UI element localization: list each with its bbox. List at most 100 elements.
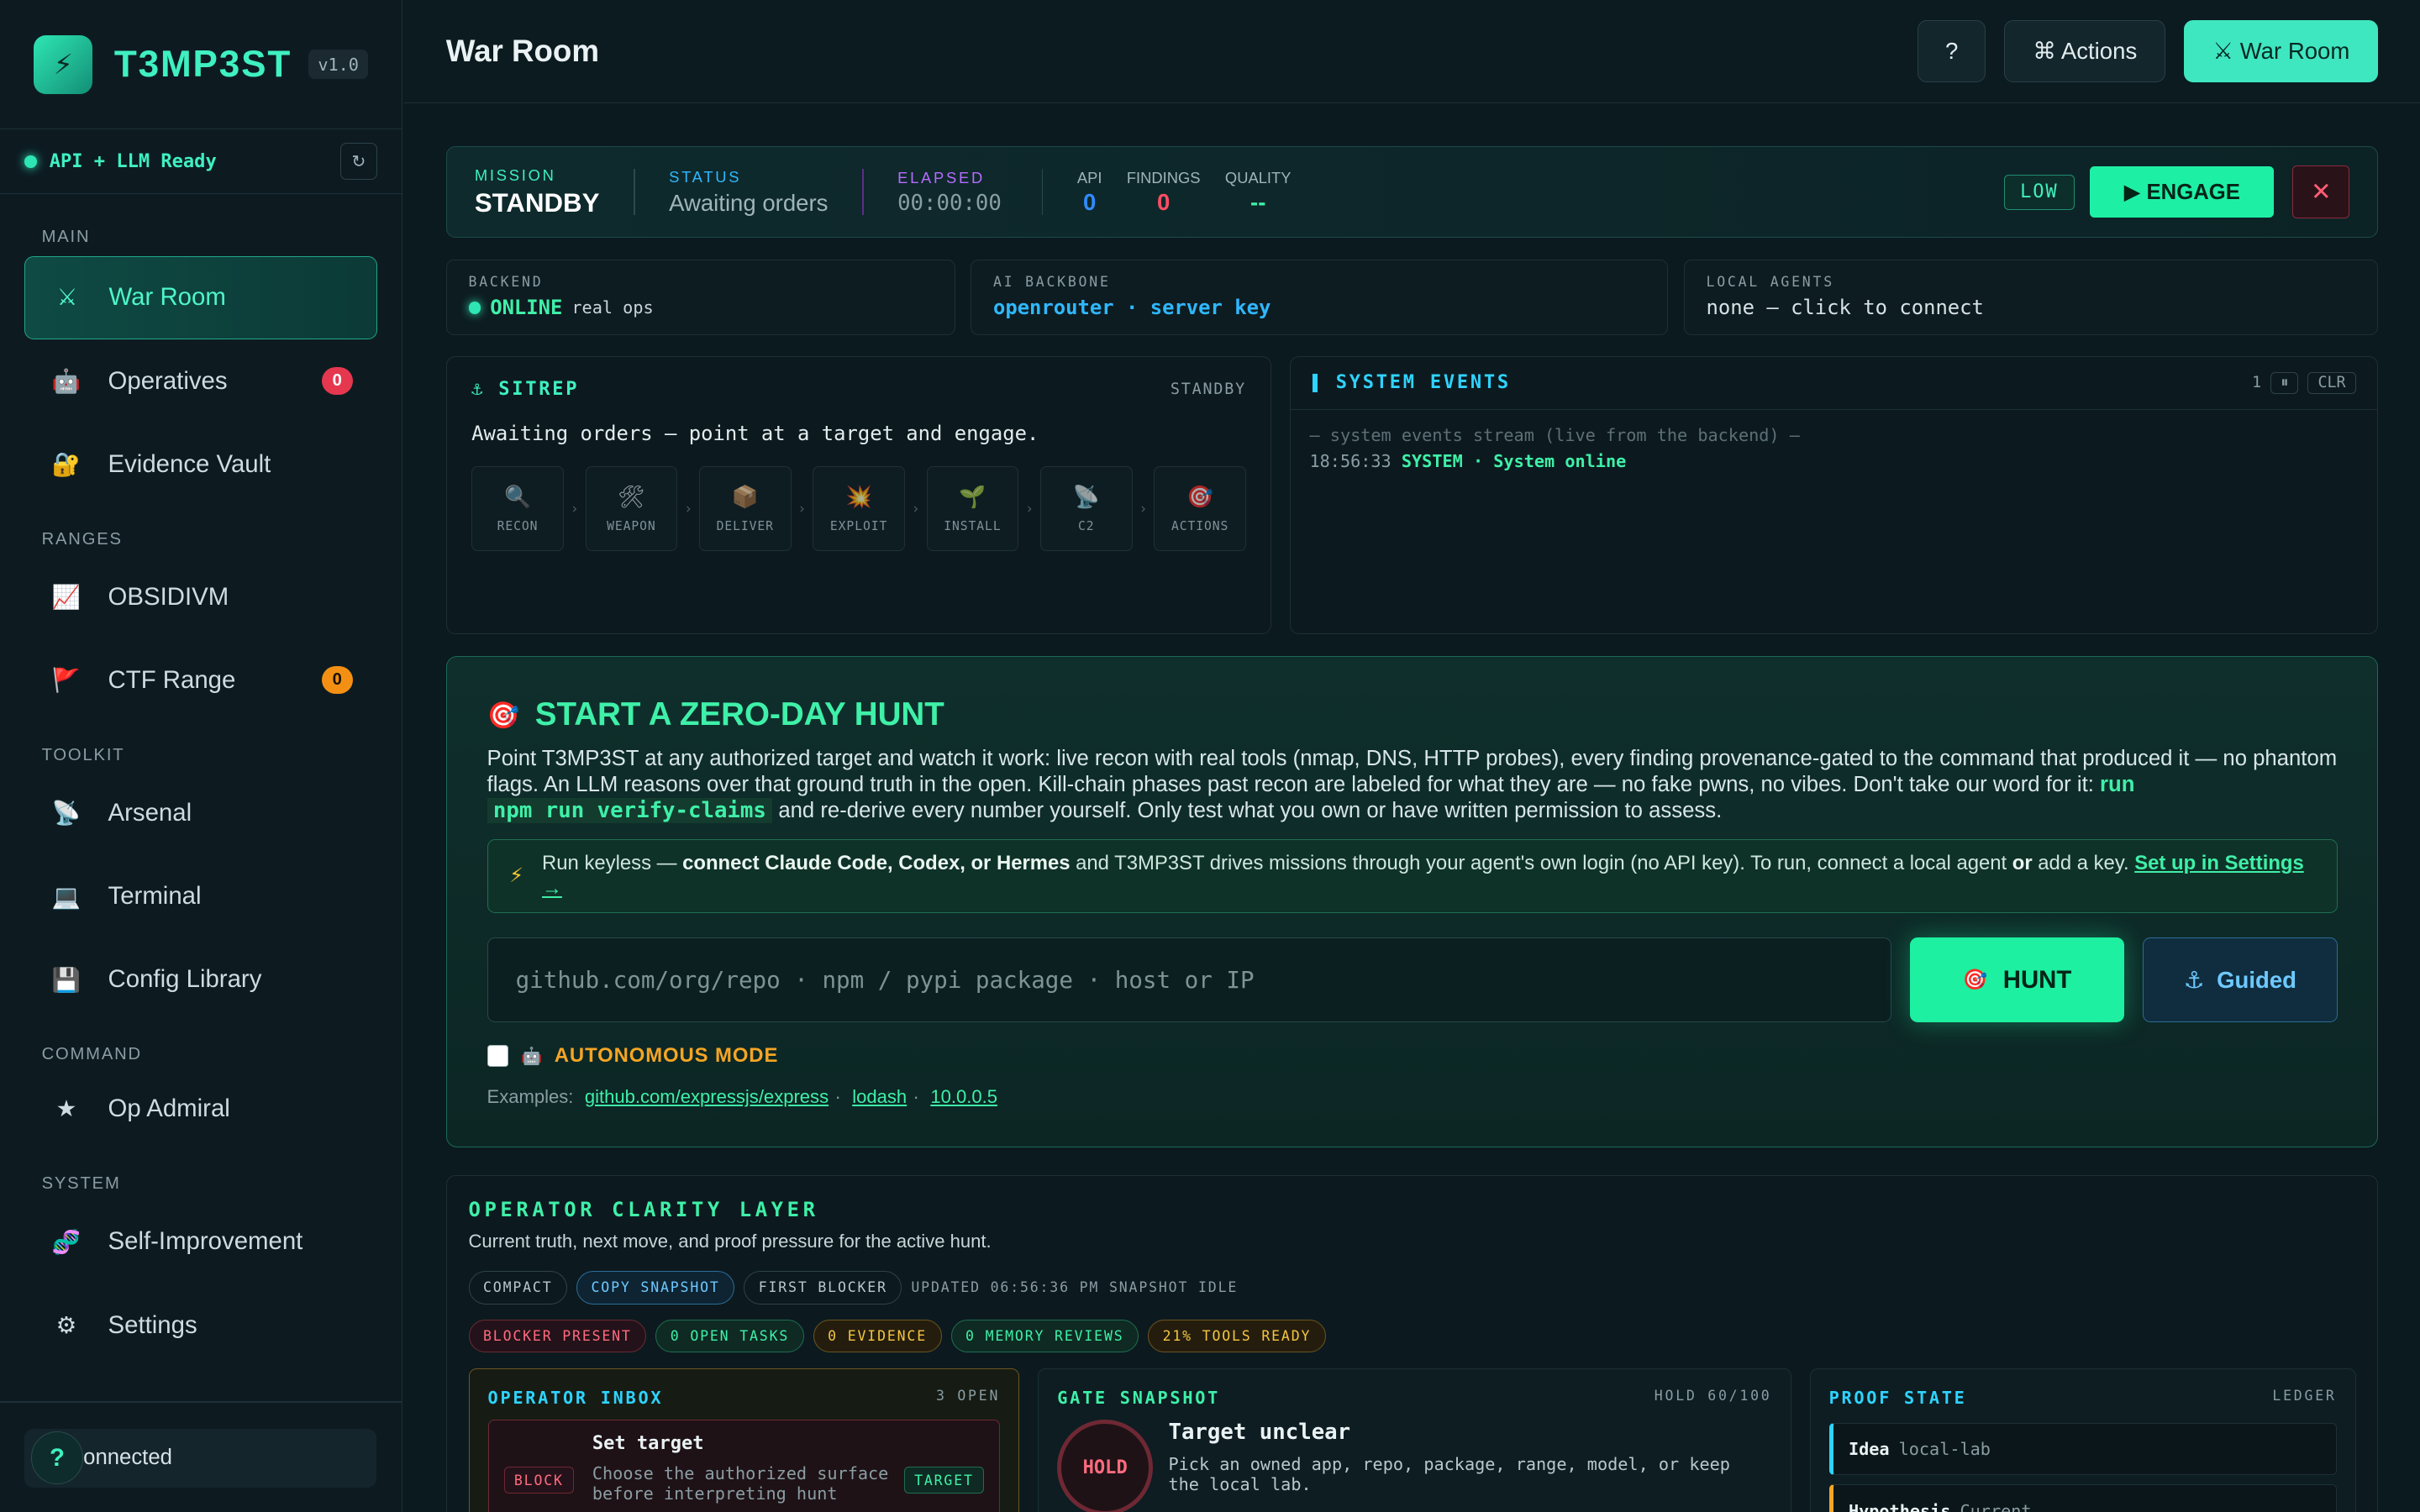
events-stream-note: — system events stream (live from the ba… [1309,425,1800,446]
sidebar-item-obsidivm[interactable]: 📈 OBSIDIVM [24,555,377,638]
clarity-subtitle: Current truth, next move, and proof pres… [468,1231,992,1252]
keyless-bold: connect Claude Code, Codex, or Hermes [682,852,1071,875]
kill-chain-phases: 🔍 RECON › 🛠 WEAPON › 📦 DELIVER › 💥 EXPLOIT ›… [471,466,1246,552]
lightning-logo-icon: ⚡ [34,34,93,94]
phase-label: EXPLOIT [829,518,888,533]
keyless-or: or [2012,852,2033,875]
sidebar-item-label: Operatives [108,366,228,395]
clear-button[interactable]: CLR [2307,371,2356,395]
elapsed-label: ELAPSED [897,168,986,186]
target-icon: 🎯 [487,700,520,730]
verify-claims-code: npm run verify-claims [487,797,773,823]
guided-button[interactable]: ⚓ Guided [2143,937,2338,1023]
example-link[interactable]: 10.0.0.5 [930,1086,997,1107]
flag-icon: 🚩 [51,667,82,694]
pause-button[interactable]: ⏸ [2270,371,2299,395]
proof-row-idea: Idea local-lab [1828,1423,2337,1476]
satellite-icon: 📡 [1072,484,1100,510]
sitrep-message: Awaiting orders — point at a target and … [471,421,1039,445]
brand: ⚡ T3MP3ST v1.0 [0,0,402,130]
help-header-button[interactable]: ? [1918,20,1986,82]
sidebar-item-op-admiral[interactable]: ★ Op Admiral [24,1068,377,1151]
system-events-title: SYSTEM EVENTS [1335,372,1511,394]
system-events-panel: SYSTEM EVENTS 1 ⏸ CLR — system events st… [1290,356,2379,634]
example-link[interactable]: github.com/expressjs/express [585,1086,829,1107]
sidebar-item-self-improvement[interactable]: 🧬 Self-Improvement [24,1200,377,1284]
hunt-desc-text: and re-derive every number yourself. Onl… [772,798,1723,822]
war-room-button[interactable]: ⚔ War Room [2184,20,2379,82]
sidebar-item-evidence-vault[interactable]: 🔐 Evidence Vault [24,423,377,506]
compact-chip[interactable]: COMPACT [468,1271,567,1305]
proof-title: PROOF STATE [1828,1387,1967,1408]
operator-clarity-panel: OPERATOR CLARITY LAYER Current truth, ne… [445,1175,2379,1512]
gate-desc: Pick an owned app, repo, package, range,… [1168,1454,1730,1495]
sidebar-item-ctf-range[interactable]: 🚩 CTF Range 0 [24,638,377,722]
satellite-icon: 📡 [51,800,82,827]
sidebar-item-war-room[interactable]: ⚔ War Room [24,255,377,340]
example-link[interactable]: lodash [852,1086,907,1107]
mission-value: STANDBY [474,187,600,218]
tools-icon: 🛠 [618,484,645,510]
copy-snapshot-chip[interactable]: COPY SNAPSHOT [576,1271,735,1305]
engage-button[interactable]: ▶ ENGAGE [2090,166,2275,218]
quality-value: -- [1250,188,1266,215]
event-line: 18:56:33 SYSTEM · System online [1309,451,2359,471]
robot-icon: 🤖 [51,368,82,395]
local-agents-card[interactable]: LOCAL AGENTS none — click to connect [1683,259,2379,335]
inbox-title: OPERATOR INBOX [487,1387,664,1408]
swords-icon: ⚔ [56,284,78,311]
keyless-part: add a key. [2032,852,2135,875]
gate-snapshot-card: GATE SNAPSHOT HOLD 60/100 HOLD Target un… [1038,1368,1791,1512]
ai-backbone-card[interactable]: AI BACKBONE openrouter · server key [971,259,1669,335]
sidebar-item-operatives[interactable]: 🤖 Operatives 0 [24,339,377,423]
phase-weapon: 🛠 WEAPON [585,466,678,552]
chevron-right-icon: › [570,501,579,517]
risk-level-badge[interactable]: LOW [2003,174,2075,210]
keyless-part: Run keyless — [542,852,683,875]
event-source: SYSTEM · System online [1401,451,1627,472]
target-badge[interactable]: TARGET [904,1467,984,1494]
phase-actions: 🎯 ACTIONS [1154,466,1246,552]
hunt-button[interactable]: 🎯 HUNT [1909,937,2125,1023]
phase-label: WEAPON [607,518,656,533]
close-icon[interactable]: ✕ [2292,165,2350,218]
connection-status-text: onnected [83,1446,172,1470]
proof-idea-value: local-lab [1898,1439,1991,1460]
sidebar-item-label: OBSIDIVM [108,582,229,611]
guided-button-label: Guided [2217,966,2297,993]
refresh-icon[interactable]: ↻ [339,143,377,181]
proof-idea-label: Idea [1848,1439,1890,1460]
gate-hold: HOLD 60/100 [1654,1387,1772,1404]
sidebar-item-config-library[interactable]: 💾 Config Library [24,938,377,1021]
hunt-target-input[interactable]: github.com/org/repo · npm / pypi package… [487,937,1891,1023]
actions-button[interactable]: ⌘ Actions [2004,20,2166,82]
proof-state-card: PROOF STATE LEDGER Idea local-lab Hypoth… [1809,1368,2356,1512]
mission-bar: MISSION STANDBY STATUS Awaiting orders E… [445,146,2379,238]
sidebar-item-settings[interactable]: ⚙ Settings [24,1284,377,1367]
backend-label: BACKEND [468,274,544,291]
autonomous-mode-checkbox[interactable] [487,1045,509,1067]
info-cards: BACKEND ONLINE real ops AI BACKBONE open… [445,259,2379,335]
first-blocker-chip[interactable]: FIRST BLOCKER [744,1271,902,1305]
help-button[interactable]: ? [30,1431,84,1484]
api-value: 0 [1082,188,1097,215]
api-label: API [1076,168,1102,186]
backend-mode: real ops [571,297,654,318]
backend-status: ONLINE [490,296,563,320]
findings-label: FINDINGS [1126,168,1201,186]
sidebar-item-arsenal[interactable]: 📡 Arsenal [24,771,377,854]
inbox-item[interactable]: BLOCK Set target Choose the authorized s… [487,1420,1001,1512]
chevron-right-icon: › [911,501,920,517]
nav-section-command: COMMAND [41,1045,142,1064]
sidebar-divider [0,1400,403,1403]
lightning-icon: ⚡ [509,864,524,888]
lock-icon: 🔐 [51,451,82,478]
sidebar-item-terminal[interactable]: 💻 Terminal [24,854,377,937]
sitrep-panel: ⚓ SITREP STANDBY Awaiting orders — point… [445,356,1272,634]
api-status: API + LLM Ready ↻ [0,129,402,195]
operator-inbox-card: OPERATOR INBOX 3 OPEN BLOCK Set target C… [468,1368,1020,1512]
explosion-icon: 💥 [845,484,873,510]
main-content: MISSION STANDBY STATUS Awaiting orders E… [445,146,2379,1512]
hunt-description: Point T3MP3ST at any authorized target a… [487,746,2338,824]
status-chip: BLOCKER PRESENT [468,1319,647,1353]
